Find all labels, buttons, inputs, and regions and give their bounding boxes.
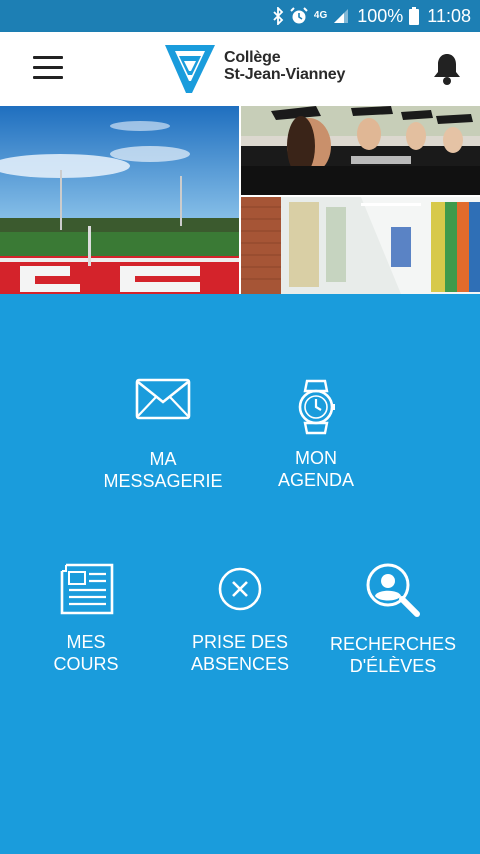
graduation-photo: [241, 106, 480, 195]
alarm-icon: [290, 7, 308, 25]
battery-percent: 100%: [357, 5, 404, 26]
user-search-icon: [366, 563, 420, 617]
clock: 11:08: [427, 5, 471, 26]
recherche-label-line1: RECHERCHES: [329, 634, 457, 654]
absences-label-line1: PRISE DES: [191, 632, 289, 652]
envelope-icon: [135, 378, 191, 420]
app-header: Collège St-Jean-Vianney: [0, 32, 480, 106]
agenda-label-line2: AGENDA: [277, 470, 355, 490]
football-field-photo: [0, 106, 239, 294]
network-type: 4G: [313, 10, 328, 21]
circle-x-icon: [218, 567, 262, 611]
college-logo: Collège St-Jean-Vianney: [165, 41, 355, 97]
bell-icon[interactable]: [432, 52, 462, 86]
menu-icon[interactable]: [33, 56, 63, 80]
cours-label-line1: MES: [66, 632, 106, 652]
messagerie-label-line1: MA: [149, 449, 177, 469]
logo-text: Collège St-Jean-Vianney: [224, 49, 345, 83]
watch-icon: [298, 379, 335, 435]
newspaper-icon: [60, 563, 114, 615]
absences-label-line2: ABSENCES: [190, 654, 290, 674]
recherche-eleves-tile[interactable]: RECHERCHES D'ÉLÈVES: [323, 561, 463, 677]
logo-mark-icon: [165, 45, 215, 93]
absences-tile[interactable]: PRISE DES ABSENCES: [170, 566, 310, 675]
recherche-label-line2: D'ÉLÈVES: [349, 656, 437, 676]
cours-tile[interactable]: MES COURS: [16, 563, 156, 675]
messagerie-label-line2: MESSAGERIE: [103, 471, 223, 491]
messagerie-tile[interactable]: MA MESSAGERIE: [93, 378, 233, 492]
hallway-photo: [241, 197, 480, 294]
signal-icon: [333, 8, 349, 24]
agenda-label-line1: MON: [295, 448, 337, 468]
battery-icon: [409, 7, 420, 25]
bluetooth-icon: [272, 7, 284, 25]
status-bar: 4G 100% 11:08: [0, 0, 480, 32]
logo-line2: St-Jean-Vianney: [224, 66, 346, 83]
logo-line1: Collège: [224, 49, 281, 66]
photo-banner: [0, 106, 480, 294]
agenda-tile[interactable]: MON AGENDA: [246, 379, 386, 491]
cours-label-line2: COURS: [53, 654, 119, 674]
